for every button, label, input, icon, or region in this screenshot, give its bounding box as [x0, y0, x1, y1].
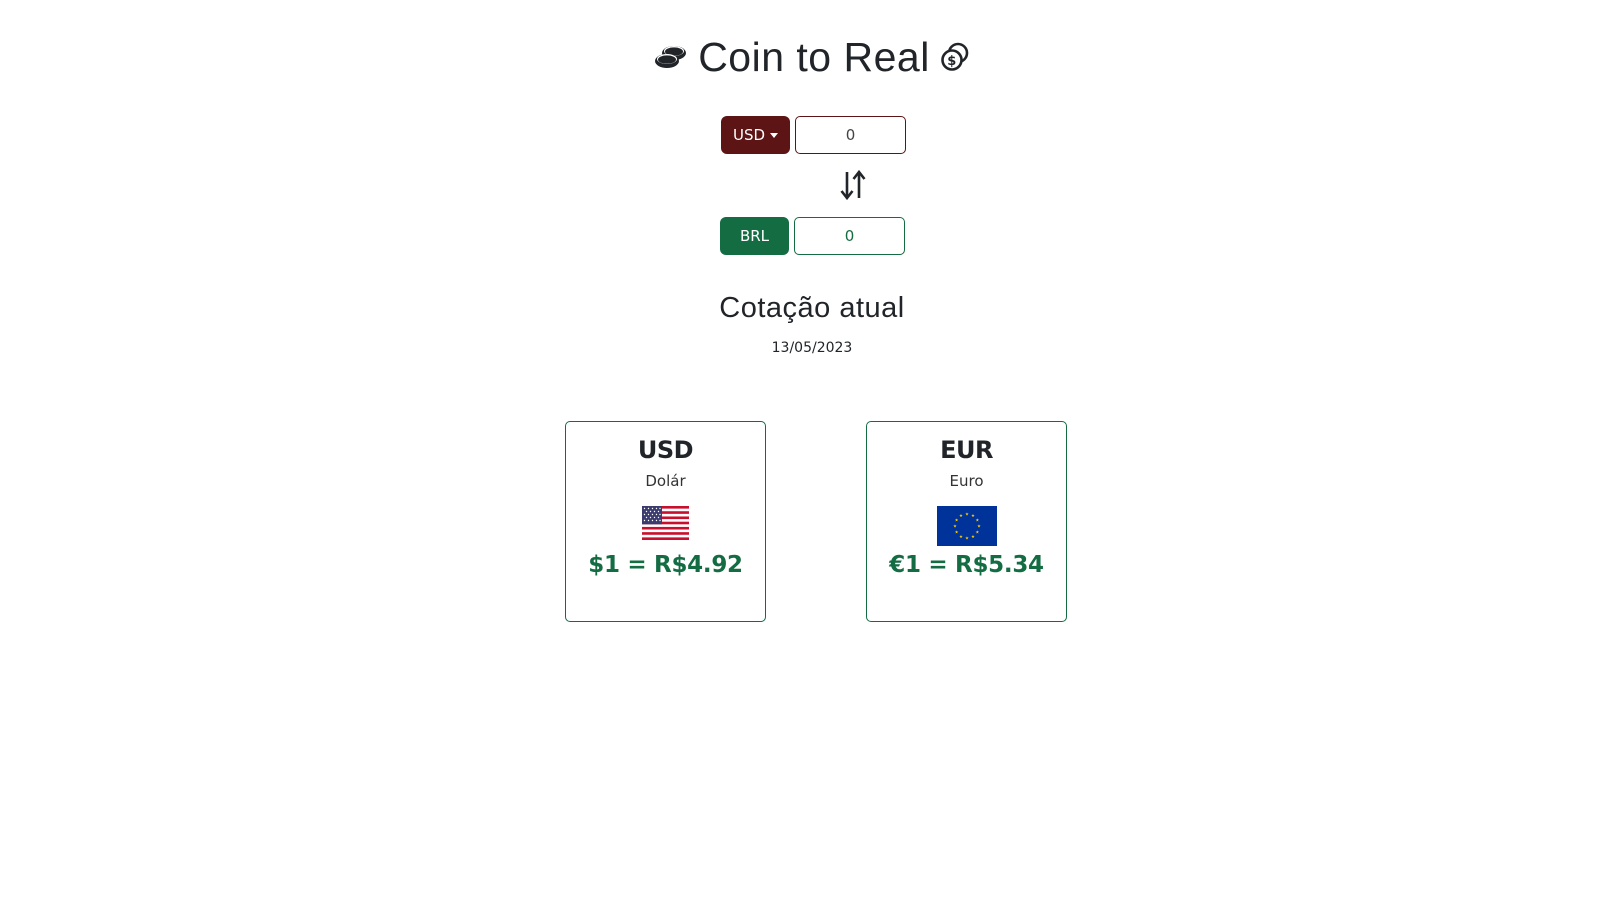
card-rate: $1 = R$4.92	[588, 552, 743, 578]
svg-text:★: ★	[965, 512, 969, 518]
title-text: Coin to Real	[698, 34, 930, 81]
svg-text:★: ★	[965, 536, 969, 542]
svg-text:★: ★	[954, 518, 958, 524]
to-currency-row: BRL	[720, 217, 905, 255]
to-currency-badge: BRL	[720, 217, 789, 255]
card-currency-code: EUR	[940, 436, 993, 464]
svg-text:★: ★	[975, 518, 979, 524]
eu-flag-icon: ★ ★ ★ ★ ★ ★ ★ ★ ★ ★ ★ ★	[936, 506, 997, 546]
quote-card-usd: USD Dolár $1 = R$4.92	[565, 421, 766, 622]
svg-text:★: ★	[971, 534, 975, 540]
quotes-date: 13/05/2023	[771, 340, 853, 356]
svg-text:★: ★	[959, 513, 963, 519]
svg-text:★: ★	[975, 530, 979, 536]
coins-dollar-icon: $	[940, 42, 970, 72]
svg-text:★: ★	[953, 524, 957, 530]
page-title: Coin to Real $	[0, 26, 1624, 85]
card-rate: €1 = R$5.34	[889, 552, 1044, 578]
card-currency-name: Dolár	[645, 472, 686, 490]
to-amount-input[interactable]	[794, 217, 905, 255]
quotes-heading: Cotação atual	[719, 292, 905, 324]
arrow-down-up-icon[interactable]	[839, 168, 867, 202]
to-currency-label: BRL	[739, 227, 770, 245]
card-currency-name: Euro	[949, 472, 984, 490]
svg-text:★: ★	[971, 513, 975, 519]
svg-text:★: ★	[954, 530, 958, 536]
from-currency-dropdown[interactable]: USD	[721, 116, 790, 154]
us-flag-icon	[642, 506, 689, 540]
from-amount-input[interactable]	[795, 116, 906, 154]
svg-text:★: ★	[959, 534, 963, 540]
from-currency-label: USD	[732, 126, 766, 144]
from-currency-row: USD	[721, 116, 906, 154]
svg-text:★: ★	[977, 524, 981, 530]
caret-down-icon	[770, 132, 779, 138]
quote-card-eur: EUR Euro ★ ★ ★ ★ ★ ★ ★ ★ ★ ★ ★ ★ €1 = R$…	[866, 421, 1067, 622]
card-currency-code: USD	[637, 436, 694, 464]
coins-stack-icon	[654, 43, 688, 71]
page: Coin to Real $ USD BRL Cotaçã	[0, 0, 1624, 924]
svg-text:$: $	[947, 54, 957, 69]
